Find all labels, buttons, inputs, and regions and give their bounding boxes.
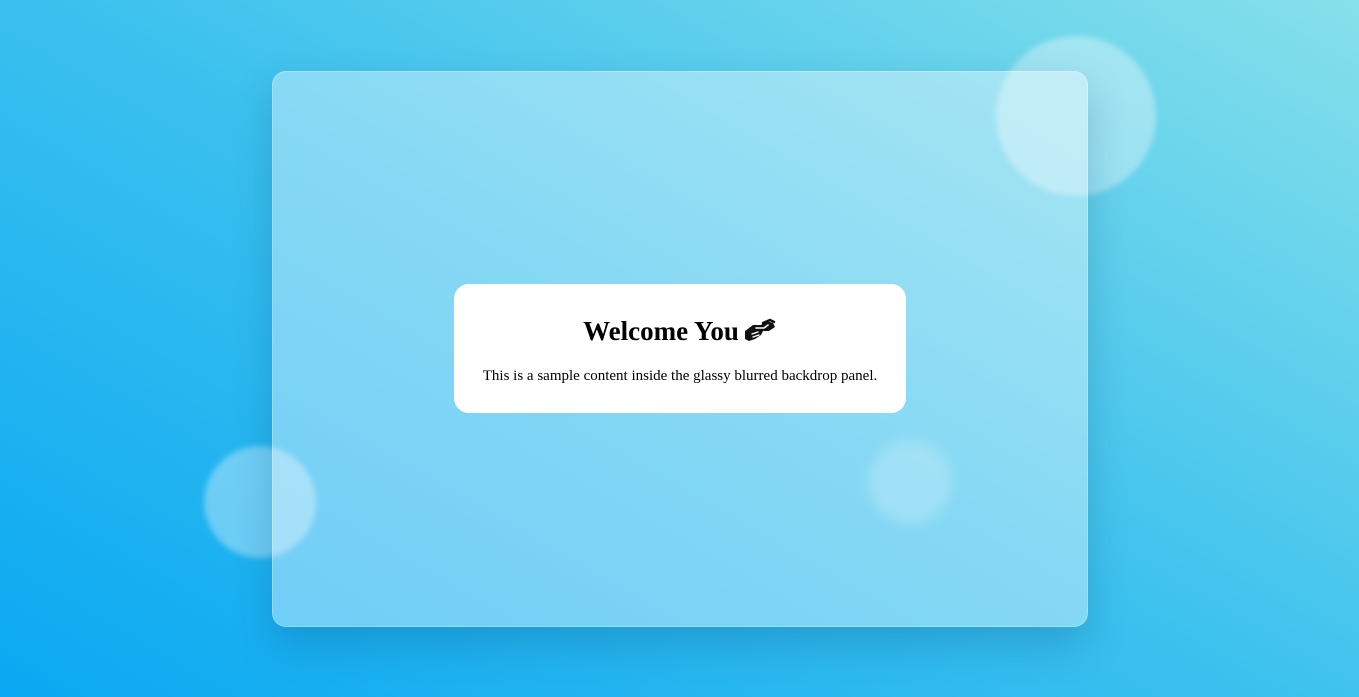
card-title-text: Welcome You (583, 316, 739, 346)
content-card: Welcome You This is a sample content ins… (454, 284, 906, 413)
card-text: This is a sample content inside the glas… (482, 368, 878, 384)
handshake-icon (743, 317, 777, 353)
card-title: Welcome You (454, 284, 906, 353)
decorative-bubble-inner (868, 440, 952, 524)
